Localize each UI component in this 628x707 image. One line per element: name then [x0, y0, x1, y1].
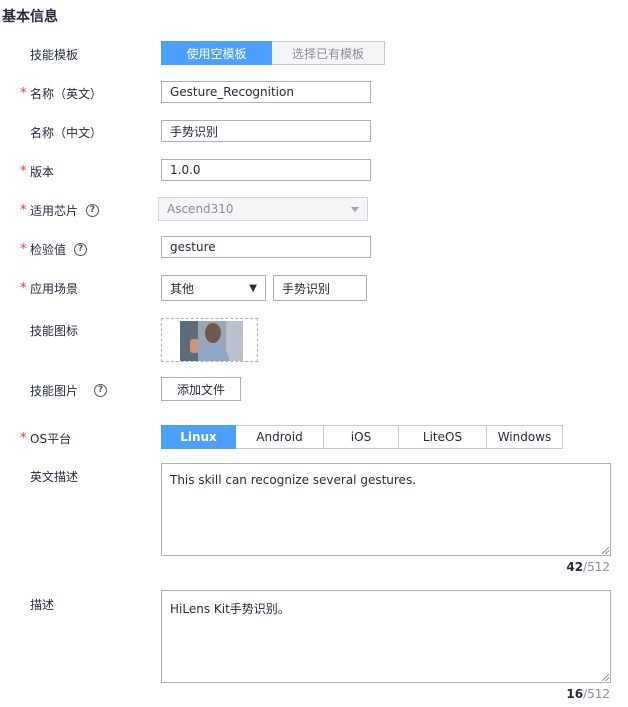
os-toggle: Linux Android iOS LiteOS Windows — [161, 425, 563, 449]
chip-label: * 适用芯片 ? — [20, 202, 100, 219]
checksum-label: * 检验值 ? — [20, 241, 88, 258]
required-mark: * — [20, 164, 27, 179]
resize-handle-icon[interactable] — [602, 674, 609, 681]
skill-icon-upload[interactable] — [161, 318, 258, 362]
desc-count: 16 — [566, 687, 584, 701]
scenario-select[interactable]: 其他 ▼ — [161, 275, 266, 301]
caret-down-icon: ▼ — [249, 282, 257, 294]
scenario-label: * 应用场景 — [20, 280, 79, 297]
skill-icon-label: 技能图标 — [30, 324, 79, 338]
help-icon[interactable]: ? — [74, 243, 88, 256]
desc-label: 描述 — [30, 598, 55, 612]
person-photo-icon — [180, 321, 243, 361]
os-option-linux[interactable]: Linux — [161, 425, 236, 449]
version-label: * 版本 — [20, 163, 55, 180]
os-label-text: OS平台 — [30, 432, 72, 446]
os-option-android[interactable]: Android — [236, 425, 324, 449]
required-mark: * — [20, 86, 27, 101]
name-en-input[interactable]: Gesture_Recognition — [161, 81, 371, 103]
os-option-windows[interactable]: Windows — [487, 425, 563, 449]
desc-en-counter: 42/512 — [566, 560, 610, 574]
os-label: * OS平台 — [20, 430, 72, 447]
chip-select: Ascend310 — [158, 197, 368, 221]
add-file-button[interactable]: 添加文件 — [161, 377, 241, 401]
help-icon[interactable]: ? — [94, 384, 108, 397]
help-icon[interactable]: ? — [86, 204, 100, 217]
desc-en-max: /512 — [583, 560, 610, 574]
required-mark: * — [20, 203, 27, 218]
os-option-liteos[interactable]: LiteOS — [399, 425, 487, 449]
desc-textarea[interactable]: HiLens Kit手势识别。 — [161, 590, 611, 683]
required-mark: * — [20, 281, 27, 296]
checksum-input[interactable]: gesture — [161, 236, 371, 258]
chip-select-value: Ascend310 — [167, 202, 234, 216]
required-mark: * — [20, 242, 27, 257]
name-cn-input[interactable]: 手势识别 — [161, 120, 371, 142]
section-title: 基本信息 — [2, 9, 58, 25]
required-mark: * — [20, 431, 27, 446]
template-label: 技能模板 — [30, 48, 79, 62]
os-option-ios[interactable]: iOS — [324, 425, 399, 449]
skill-icon-image — [180, 321, 243, 361]
desc-counter: 16/512 — [566, 687, 610, 701]
scenario-select-value: 其他 — [170, 281, 195, 296]
version-label-text: 版本 — [30, 165, 55, 179]
skill-image-label-text: 技能图片 — [30, 384, 79, 398]
resize-handle-icon[interactable] — [602, 547, 609, 554]
name-cn-label: 名称（中文） — [30, 126, 103, 140]
skill-image-label: 技能图片 ? — [30, 382, 108, 399]
desc-en-count: 42 — [566, 560, 584, 574]
chevron-down-icon — [351, 206, 359, 212]
chip-label-text: 适用芯片 — [30, 204, 79, 218]
template-toggle: 使用空模板 选择已有模板 — [161, 41, 385, 65]
scenario-custom-input[interactable]: 手势识别 — [273, 275, 367, 301]
scenario-label-text: 应用场景 — [30, 282, 79, 296]
desc-text: HiLens Kit手势识别。 — [170, 602, 290, 616]
desc-en-text: This skill can recognize several gesture… — [170, 473, 417, 487]
name-en-label-text: 名称（英文） — [30, 87, 103, 101]
desc-en-label: 英文描述 — [30, 470, 79, 484]
name-en-label: * 名称（英文） — [20, 85, 103, 102]
desc-max: /512 — [583, 687, 610, 701]
desc-en-textarea[interactable]: This skill can recognize several gesture… — [161, 463, 611, 556]
checksum-label-text: 检验值 — [30, 243, 67, 257]
template-option-blank[interactable]: 使用空模板 — [161, 41, 272, 65]
version-input[interactable]: 1.0.0 — [161, 159, 371, 181]
template-option-existing[interactable]: 选择已有模板 — [272, 41, 385, 65]
